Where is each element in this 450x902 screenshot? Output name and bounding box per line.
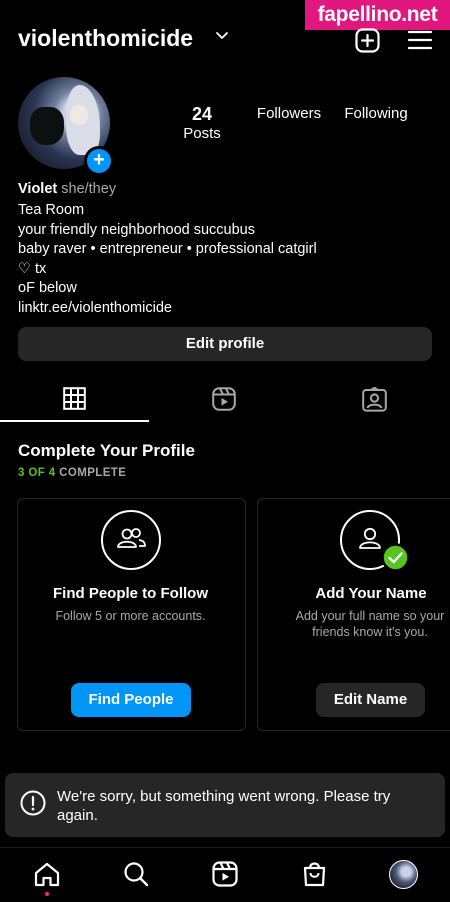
shopping-bag-icon[interactable] (302, 860, 327, 887)
home-icon[interactable] (34, 862, 60, 887)
complete-profile-title: Complete Your Profile (18, 441, 195, 460)
profile-name: Violet (18, 181, 58, 197)
profile-username[interactable]: violenthomicide (18, 25, 193, 52)
reels-icon[interactable] (212, 387, 236, 411)
progress-label: COMPLETE (59, 467, 127, 479)
people-icon (101, 510, 161, 570)
tagged-icon[interactable] (362, 387, 387, 412)
checkmark-badge-icon (381, 543, 410, 572)
profile-pronouns: she/they (61, 181, 117, 197)
watermark: fapellino.net (305, 0, 450, 30)
complete-profile-progress: 3 OF 4 COMPLETE (18, 467, 126, 479)
hamburger-menu-icon[interactable] (408, 30, 432, 50)
card-description: Add your full name so your friends know … (295, 609, 445, 639)
bio-line: baby raver • entrepreneur • professional… (18, 241, 317, 257)
add-story-plus-icon[interactable]: + (84, 146, 114, 176)
bio-link[interactable]: linktr.ee/violenthomicide (18, 299, 172, 319)
find-people-button[interactable]: Find People (71, 683, 191, 717)
bio-line: ♡ tx (18, 261, 47, 277)
bio-line: oF below (18, 280, 77, 296)
edit-name-button[interactable]: Edit Name (316, 683, 425, 717)
progress-count: 3 OF 4 (18, 467, 56, 479)
profile-name-line: Violet she/they (18, 180, 116, 200)
card-description: Follow 5 or more accounts. (55, 609, 206, 623)
posts-label[interactable]: Posts (172, 125, 232, 142)
search-icon[interactable] (123, 861, 149, 887)
following-label[interactable]: Following (338, 105, 414, 122)
posts-count: 24 (191, 104, 213, 124)
card-title: Add Your Name (315, 585, 427, 602)
bottom-nav-divider (0, 847, 450, 848)
profile-category: Tea Room (18, 202, 85, 218)
notification-dot (45, 892, 49, 896)
profile-tab-avatar[interactable] (389, 860, 418, 889)
chevron-down-icon[interactable] (215, 31, 229, 41)
reels-icon[interactable] (212, 861, 238, 887)
grid-icon[interactable] (63, 387, 86, 410)
toast-message: We're sorry, but something went wrong. P… (57, 788, 391, 824)
bio-line: your friendly neighborhood succubus (18, 222, 255, 238)
edit-profile-button[interactable]: Edit profile (18, 327, 432, 361)
active-tab-indicator (0, 420, 149, 422)
alert-circle-icon (20, 790, 46, 816)
plus-square-icon[interactable] (355, 28, 380, 53)
followers-label[interactable]: Followers (250, 105, 328, 122)
card-title: Find People to Follow (53, 585, 208, 602)
